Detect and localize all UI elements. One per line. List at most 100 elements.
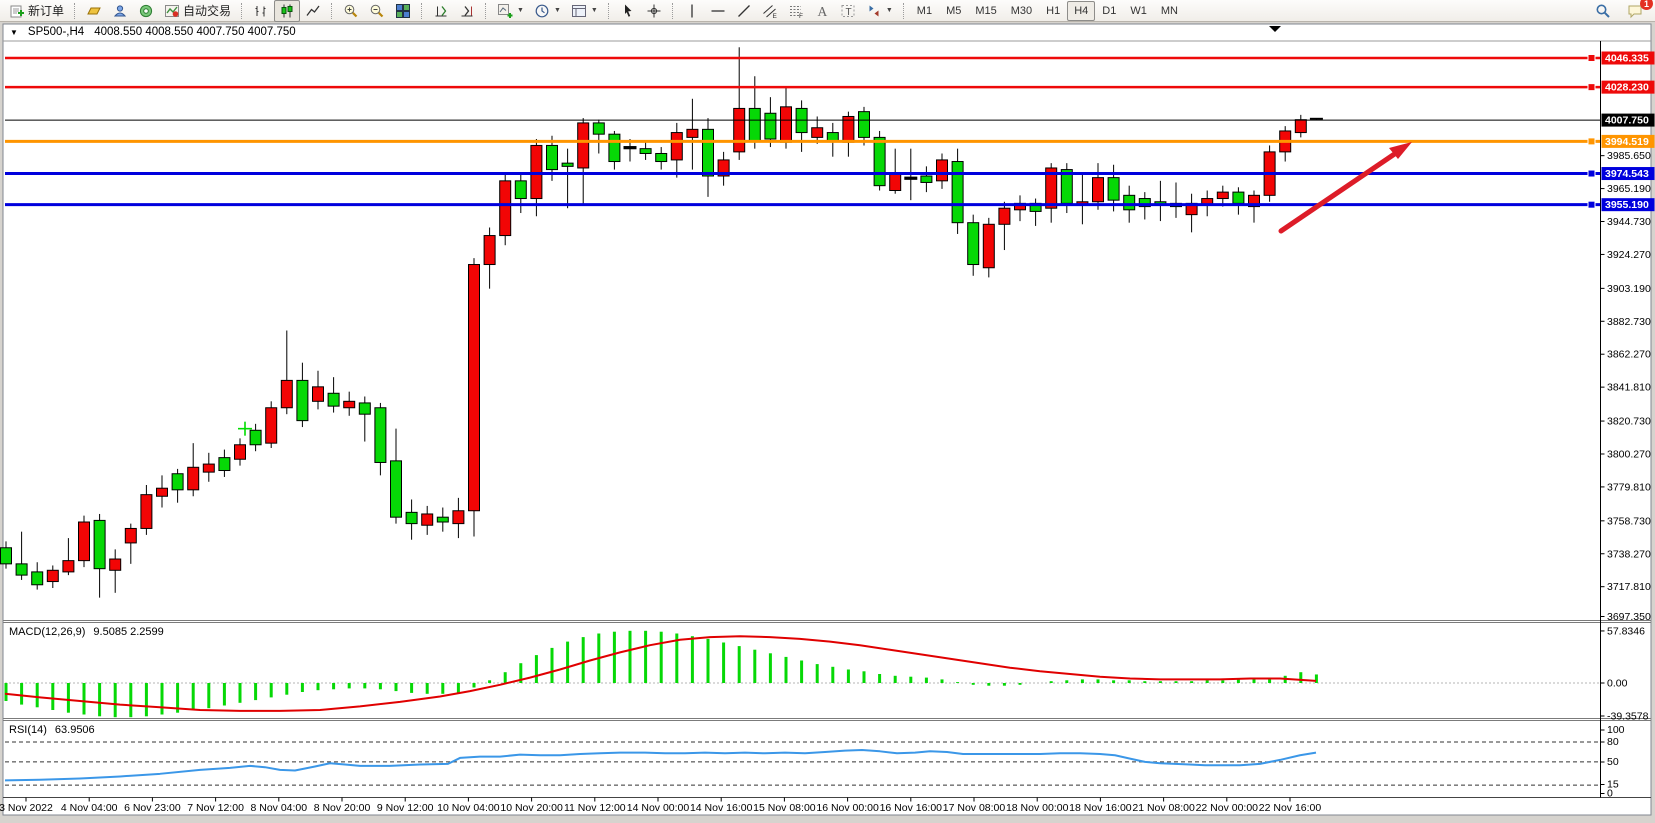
timeframe-button-d1[interactable]: D1 [1095, 1, 1123, 21]
trendline-button[interactable] [731, 0, 757, 22]
svg-text:A: A [817, 4, 827, 19]
one-click-expander[interactable]: ▼ [10, 28, 18, 37]
autotrading-button-label: 自动交易 [183, 2, 231, 19]
vertical-line-button[interactable] [679, 0, 705, 22]
price-tick-label: 3758.730 [1607, 515, 1651, 527]
timeframe-button-w1[interactable]: W1 [1123, 1, 1154, 21]
periods-button[interactable]: ▼ [529, 0, 566, 22]
price-line-badge: 3955.190 [1602, 198, 1655, 211]
candlestick [79, 516, 90, 567]
profile-button[interactable] [107, 0, 133, 22]
crosshair-button[interactable] [641, 0, 667, 22]
charts-button[interactable] [81, 0, 107, 22]
zoom-out-button[interactable] [364, 0, 390, 22]
channel-icon: E [762, 3, 778, 19]
chart-canvas[interactable]: 3985.6503965.1903944.7303924.2703903.190… [0, 0, 1655, 823]
time-tick-label: 14 Nov 00:00 [627, 802, 690, 814]
bar-chart-button[interactable] [248, 0, 274, 22]
autotrading-icon [164, 3, 180, 19]
channel-button[interactable]: E [757, 0, 783, 22]
toolbar-buttons: 新订单自动交易▼▼▼EFAT▼M1M5M15M30H1H4D1W1MN [4, 0, 1185, 22]
time-tick-label: 14 Nov 16:00 [690, 802, 753, 814]
add-indicator-icon [497, 3, 513, 19]
new-order-icon [9, 3, 25, 19]
tile-windows-icon [395, 3, 411, 19]
price-tick-label: 3738.270 [1607, 548, 1651, 560]
gold-folder-icon [86, 3, 102, 19]
zoom-in-button[interactable] [338, 0, 364, 22]
label-button[interactable]: T [835, 0, 861, 22]
timeframe-button-m15[interactable]: M15 [968, 1, 1003, 21]
signals-button[interactable] [133, 0, 159, 22]
chart-info-line: ▼ SP500-,H4 4008.550 4008.550 4007.750 4… [10, 26, 296, 38]
search-button[interactable] [1590, 0, 1616, 22]
template-icon [571, 3, 587, 19]
svg-text:4028.230: 4028.230 [1605, 82, 1649, 94]
svg-text:T: T [845, 7, 851, 18]
timeframe-button-h4[interactable]: H4 [1067, 1, 1095, 21]
price-tick-label: 3944.730 [1607, 216, 1651, 228]
candlestick [469, 258, 480, 536]
indicators-button[interactable]: ▼ [492, 0, 529, 22]
toolbar-separator [331, 3, 333, 19]
time-tick-label: 11 Nov 12:00 [564, 802, 626, 814]
timeframe-button-m30[interactable]: M30 [1004, 1, 1039, 21]
price-tick-label: 3697.350 [1607, 611, 1651, 623]
time-tick-label: 10 Nov 04:00 [437, 802, 500, 814]
time-tick-label: 16 Nov 16:00 [880, 802, 943, 814]
arrows-button[interactable]: ▼ [861, 0, 898, 22]
time-tick-label: 10 Nov 20:00 [500, 802, 563, 814]
timeframe-button-m5[interactable]: M5 [939, 1, 968, 21]
autotrading-button[interactable]: 自动交易 [159, 0, 236, 22]
horizontal-line-button[interactable] [705, 0, 731, 22]
svg-text:3994.519: 3994.519 [1605, 136, 1649, 148]
fibonacci-button[interactable]: F [783, 0, 809, 22]
candlestick [266, 401, 277, 448]
time-tick-label: 22 Nov 00:00 [1196, 802, 1259, 814]
price-line-badge: 4028.230 [1602, 81, 1655, 94]
chart-shift-button[interactable] [454, 0, 480, 22]
price-tick-label: 3862.270 [1607, 349, 1651, 361]
rsi-name: RSI(14) [9, 724, 47, 736]
macd-values: 9.5085 2.2599 [93, 626, 163, 638]
chart-ohlc-values: 4008.550 4008.550 4007.750 4007.750 [94, 26, 295, 38]
tile-windows-button[interactable] [390, 0, 416, 22]
cursor-button[interactable] [615, 0, 641, 22]
notifications-button[interactable]: 1 [1622, 0, 1649, 22]
arrows-icon [866, 3, 882, 19]
line-chart-icon [305, 3, 321, 19]
time-tick-label: 15 Nov 08:00 [753, 802, 816, 814]
auto-scroll-button[interactable] [428, 0, 454, 22]
text-button[interactable]: A [809, 0, 835, 22]
toolbar-right: 1 [1590, 0, 1649, 22]
line-chart-button[interactable] [300, 0, 326, 22]
time-tick-label: 17 Nov 08:00 [943, 802, 1006, 814]
chart-symbol-period: SP500-,H4 [28, 26, 84, 38]
price-tick-label: 3841.810 [1607, 382, 1651, 394]
toolbar-separator [421, 3, 423, 19]
toolbar-separator [241, 3, 243, 19]
vertical-line-icon [684, 3, 700, 19]
rsi-axis-label: 80 [1607, 736, 1619, 748]
macd-axis-label: 57.8346 [1607, 625, 1645, 637]
timeframe-button-m1[interactable]: M1 [910, 1, 939, 21]
time-tick-label: 18 Nov 00:00 [1006, 802, 1069, 814]
toolbar-separator [903, 3, 905, 19]
price-tick-label: 3965.190 [1607, 183, 1651, 195]
svg-text:4046.335: 4046.335 [1605, 53, 1649, 65]
auto-scroll-icon [433, 3, 449, 19]
macd-name: MACD(12,26,9) [9, 626, 85, 638]
templates-button[interactable]: ▼ [566, 0, 603, 22]
crosshair-icon [646, 3, 662, 19]
price-line-badge: 3994.519 [1602, 135, 1655, 148]
toolbar-separator [672, 3, 674, 19]
mt4-terminal-window: { "toolbar": { "new_order_label": "新订单",… [0, 0, 1655, 823]
signal-icon [138, 3, 154, 19]
time-tick-label: 9 Nov 12:00 [377, 802, 434, 814]
candlestick-button[interactable] [274, 0, 300, 22]
timeframe-button-h1[interactable]: H1 [1039, 1, 1067, 21]
new-order-button[interactable]: 新订单 [4, 0, 69, 22]
rsi-value: 63.9506 [55, 724, 95, 736]
timeframe-button-mn[interactable]: MN [1154, 1, 1185, 21]
candlestick [500, 174, 511, 245]
